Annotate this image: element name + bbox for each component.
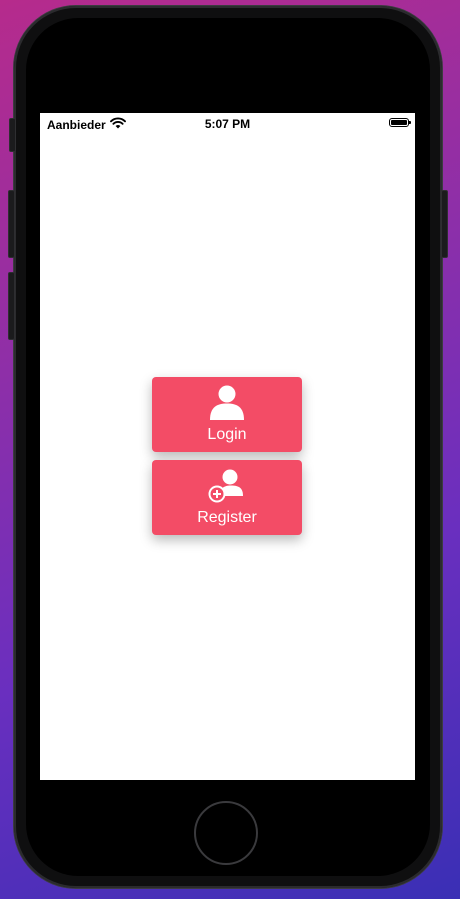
register-label: Register — [197, 509, 257, 526]
power-button — [441, 190, 448, 258]
login-label: Login — [207, 426, 247, 443]
user-icon — [152, 383, 302, 421]
volume-up-button — [8, 190, 15, 258]
register-button[interactable]: Register — [152, 460, 302, 535]
login-button[interactable]: Login — [152, 377, 302, 452]
home-button[interactable] — [194, 801, 258, 865]
volume-down-button — [8, 272, 15, 340]
add-user-icon — [152, 466, 302, 504]
mute-switch — [9, 118, 16, 152]
desktop-background: Aanbieder 5:07 PM Login Register — [0, 0, 460, 899]
app-screen: Aanbieder 5:07 PM Login Register — [40, 113, 415, 780]
battery-icon — [389, 118, 411, 127]
status-bar: Aanbieder 5:07 PM — [40, 113, 415, 133]
status-time: 5:07 PM — [204, 117, 251, 131]
